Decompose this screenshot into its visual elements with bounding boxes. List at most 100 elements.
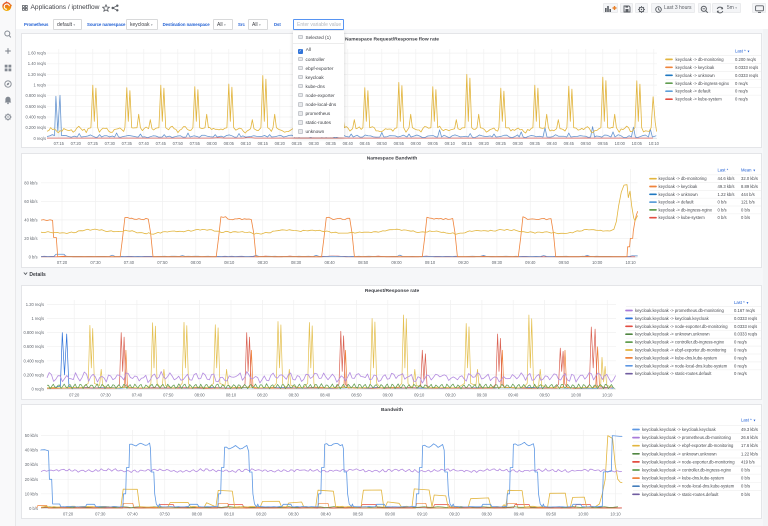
svg-text:09:15: 09:15 xyxy=(462,141,473,146)
svg-text:80 kb/s: 80 kb/s xyxy=(24,180,37,185)
svg-text:08:00: 08:00 xyxy=(207,141,218,146)
svg-text:08:55: 08:55 xyxy=(394,141,405,146)
svg-text:10:00: 10:00 xyxy=(578,511,589,516)
svg-text:32.0 kb/s: 32.0 kb/s xyxy=(741,176,758,181)
svg-text:08:50: 08:50 xyxy=(377,141,388,146)
svg-text:10:10: 10:10 xyxy=(625,260,636,265)
svg-text:17.6 kb/s: 17.6 kb/s xyxy=(741,443,758,448)
svg-text:09:05: 09:05 xyxy=(428,141,439,146)
svg-text:07:30: 07:30 xyxy=(95,511,106,516)
svg-text:08:40: 08:40 xyxy=(320,392,331,397)
svg-text:keycloak.keycloak -> ebpf-expo: keycloak.keycloak -> ebpf-exporter.db-mo… xyxy=(635,348,727,353)
svg-text:40 kb/s: 40 kb/s xyxy=(25,448,38,453)
svg-text:keycloak -> kube-system: keycloak -> kube-system xyxy=(659,215,706,220)
svg-text:1.20 req/s: 1.20 req/s xyxy=(26,302,44,307)
svg-text:0.600 req/s: 0.600 req/s xyxy=(26,104,46,109)
svg-text:08:00: 08:00 xyxy=(194,392,205,397)
svg-text:08:15: 08:15 xyxy=(258,141,269,146)
svg-text:09:50: 09:50 xyxy=(559,260,570,265)
svg-text:1 req/s: 1 req/s xyxy=(33,83,46,88)
svg-text:0.0333 req/s: 0.0333 req/s xyxy=(735,65,758,70)
svg-text:0 req/s: 0 req/s xyxy=(31,387,44,392)
svg-text:08:10: 08:10 xyxy=(226,392,237,397)
svg-text:30 kb/s: 30 kb/s xyxy=(25,462,38,467)
svg-text:1.40 req/s: 1.40 req/s xyxy=(28,61,46,66)
svg-text:08:20: 08:20 xyxy=(258,260,269,265)
svg-text:08:35: 08:35 xyxy=(326,141,337,146)
svg-text:0.0333 req/s: 0.0333 req/s xyxy=(734,316,757,321)
svg-text:09:30: 09:30 xyxy=(492,260,503,265)
svg-text:07:40: 07:40 xyxy=(127,511,138,516)
svg-text:08:00: 08:00 xyxy=(192,511,203,516)
svg-text:Last * ▼: Last * ▼ xyxy=(734,300,749,305)
svg-text:08:45: 08:45 xyxy=(360,141,371,146)
svg-text:40 kb/s: 40 kb/s xyxy=(24,217,37,222)
svg-text:09:00: 09:00 xyxy=(383,392,394,397)
svg-text:Last *: Last * xyxy=(718,168,729,173)
svg-text:keycloak -> db-ingress-nginx: keycloak -> db-ingress-nginx xyxy=(676,81,730,86)
svg-text:keycloak.keycloak -> controlle: keycloak.keycloak -> controller.db-ingre… xyxy=(635,340,725,345)
svg-text:08:40: 08:40 xyxy=(324,260,335,265)
svg-text:08:50: 08:50 xyxy=(351,392,362,397)
svg-text:0.200 req/s: 0.200 req/s xyxy=(24,372,44,377)
svg-text:08:30: 08:30 xyxy=(309,141,320,146)
svg-text:07:50: 07:50 xyxy=(163,392,174,397)
svg-text:Bandwith: Bandwith xyxy=(381,407,403,413)
svg-text:08:40: 08:40 xyxy=(321,511,332,516)
svg-text:0 req/s: 0 req/s xyxy=(734,355,747,360)
svg-text:0 req/s: 0 req/s xyxy=(735,97,748,102)
svg-text:10:00: 10:00 xyxy=(615,141,626,146)
svg-text:keycloak -> kube-system: keycloak -> kube-system xyxy=(676,97,723,102)
svg-text:419 b/s: 419 b/s xyxy=(741,459,755,464)
svg-text:09:10: 09:10 xyxy=(417,511,428,516)
svg-text:keycloak.keycloak -> keycloak.: keycloak.keycloak -> keycloak.keycloak xyxy=(635,316,710,321)
svg-text:09:00: 09:00 xyxy=(385,511,396,516)
svg-text:10:10: 10:10 xyxy=(649,141,660,146)
svg-text:07:50: 07:50 xyxy=(173,141,184,146)
svg-text:keycloak -> db-monitoring: keycloak -> db-monitoring xyxy=(659,176,708,181)
svg-text:1.20 req/s: 1.20 req/s xyxy=(28,72,46,77)
svg-text:07:40: 07:40 xyxy=(132,392,143,397)
svg-text:0 b/s: 0 b/s xyxy=(741,492,750,497)
svg-text:keycloak -> db-ingress-nginx: keycloak -> db-ingress-nginx xyxy=(659,207,713,212)
svg-text:Mean ▼: Mean ▼ xyxy=(741,168,756,173)
svg-text:1 req/s: 1 req/s xyxy=(31,316,44,321)
svg-text:Last * ▼: Last * ▼ xyxy=(735,48,750,53)
svg-text:60 kb/s: 60 kb/s xyxy=(24,199,37,204)
svg-text:0 req/s: 0 req/s xyxy=(33,136,46,141)
svg-text:keycloak.keycloak -> keycloak.: keycloak.keycloak -> keycloak.keycloak xyxy=(642,427,717,432)
svg-text:07:40: 07:40 xyxy=(139,141,150,146)
svg-text:keycloak.keycloak -> unknown.u: keycloak.keycloak -> unknown.unknown xyxy=(635,332,710,337)
svg-text:keycloak.keycloak -> prometheu: keycloak.keycloak -> prometheus.db-monit… xyxy=(642,435,731,440)
svg-text:09:35: 09:35 xyxy=(530,141,541,146)
svg-text:09:00: 09:00 xyxy=(391,260,402,265)
svg-text:keycloak -> default: keycloak -> default xyxy=(676,89,712,94)
svg-text:keycloak.keycloak -> controlle: keycloak.keycloak -> controller.db-ingre… xyxy=(642,468,732,473)
svg-text:keycloak.keycloak -> prometheu: keycloak.keycloak -> prometheus.db-monit… xyxy=(635,308,724,313)
svg-text:0.800 req/s: 0.800 req/s xyxy=(26,93,46,98)
svg-text:keycloak.keycloak -> static-ro: keycloak.keycloak -> static-routes.defau… xyxy=(642,492,719,497)
svg-text:20 kb/s: 20 kb/s xyxy=(25,477,38,482)
svg-text:0.400 req/s: 0.400 req/s xyxy=(26,115,46,120)
svg-text:keycloak.keycloak -> static-ro: keycloak.keycloak -> static-routes.defau… xyxy=(635,371,712,376)
svg-text:09:10: 09:10 xyxy=(425,260,436,265)
svg-text:09:40: 09:40 xyxy=(508,392,519,397)
svg-text:0 req/s: 0 req/s xyxy=(734,348,747,353)
svg-text:09:30: 09:30 xyxy=(513,141,524,146)
svg-text:09:00: 09:00 xyxy=(411,141,422,146)
svg-text:0 b/s: 0 b/s xyxy=(741,215,750,220)
svg-text:1.22 kb/s: 1.22 kb/s xyxy=(741,451,758,456)
svg-text:0.0333 req/s: 0.0333 req/s xyxy=(735,73,758,78)
svg-text:8.89 kb/s: 8.89 kb/s xyxy=(741,184,758,189)
svg-text:keycloak.keycloak -> kube-dns.: keycloak.keycloak -> kube-dns.kube-syste… xyxy=(642,476,725,481)
svg-text:09:20: 09:20 xyxy=(449,511,460,516)
svg-text:0.400 req/s: 0.400 req/s xyxy=(24,358,44,363)
svg-text:08:30: 08:30 xyxy=(289,392,300,397)
svg-text:08:20: 08:20 xyxy=(256,511,267,516)
svg-text:08:30: 08:30 xyxy=(288,511,299,516)
svg-text:09:50: 09:50 xyxy=(581,141,592,146)
svg-text:0.200 req/s: 0.200 req/s xyxy=(26,125,46,130)
svg-text:121 b/s: 121 b/s xyxy=(741,200,755,205)
svg-text:08:10: 08:10 xyxy=(224,260,235,265)
svg-text:09:50: 09:50 xyxy=(539,392,550,397)
